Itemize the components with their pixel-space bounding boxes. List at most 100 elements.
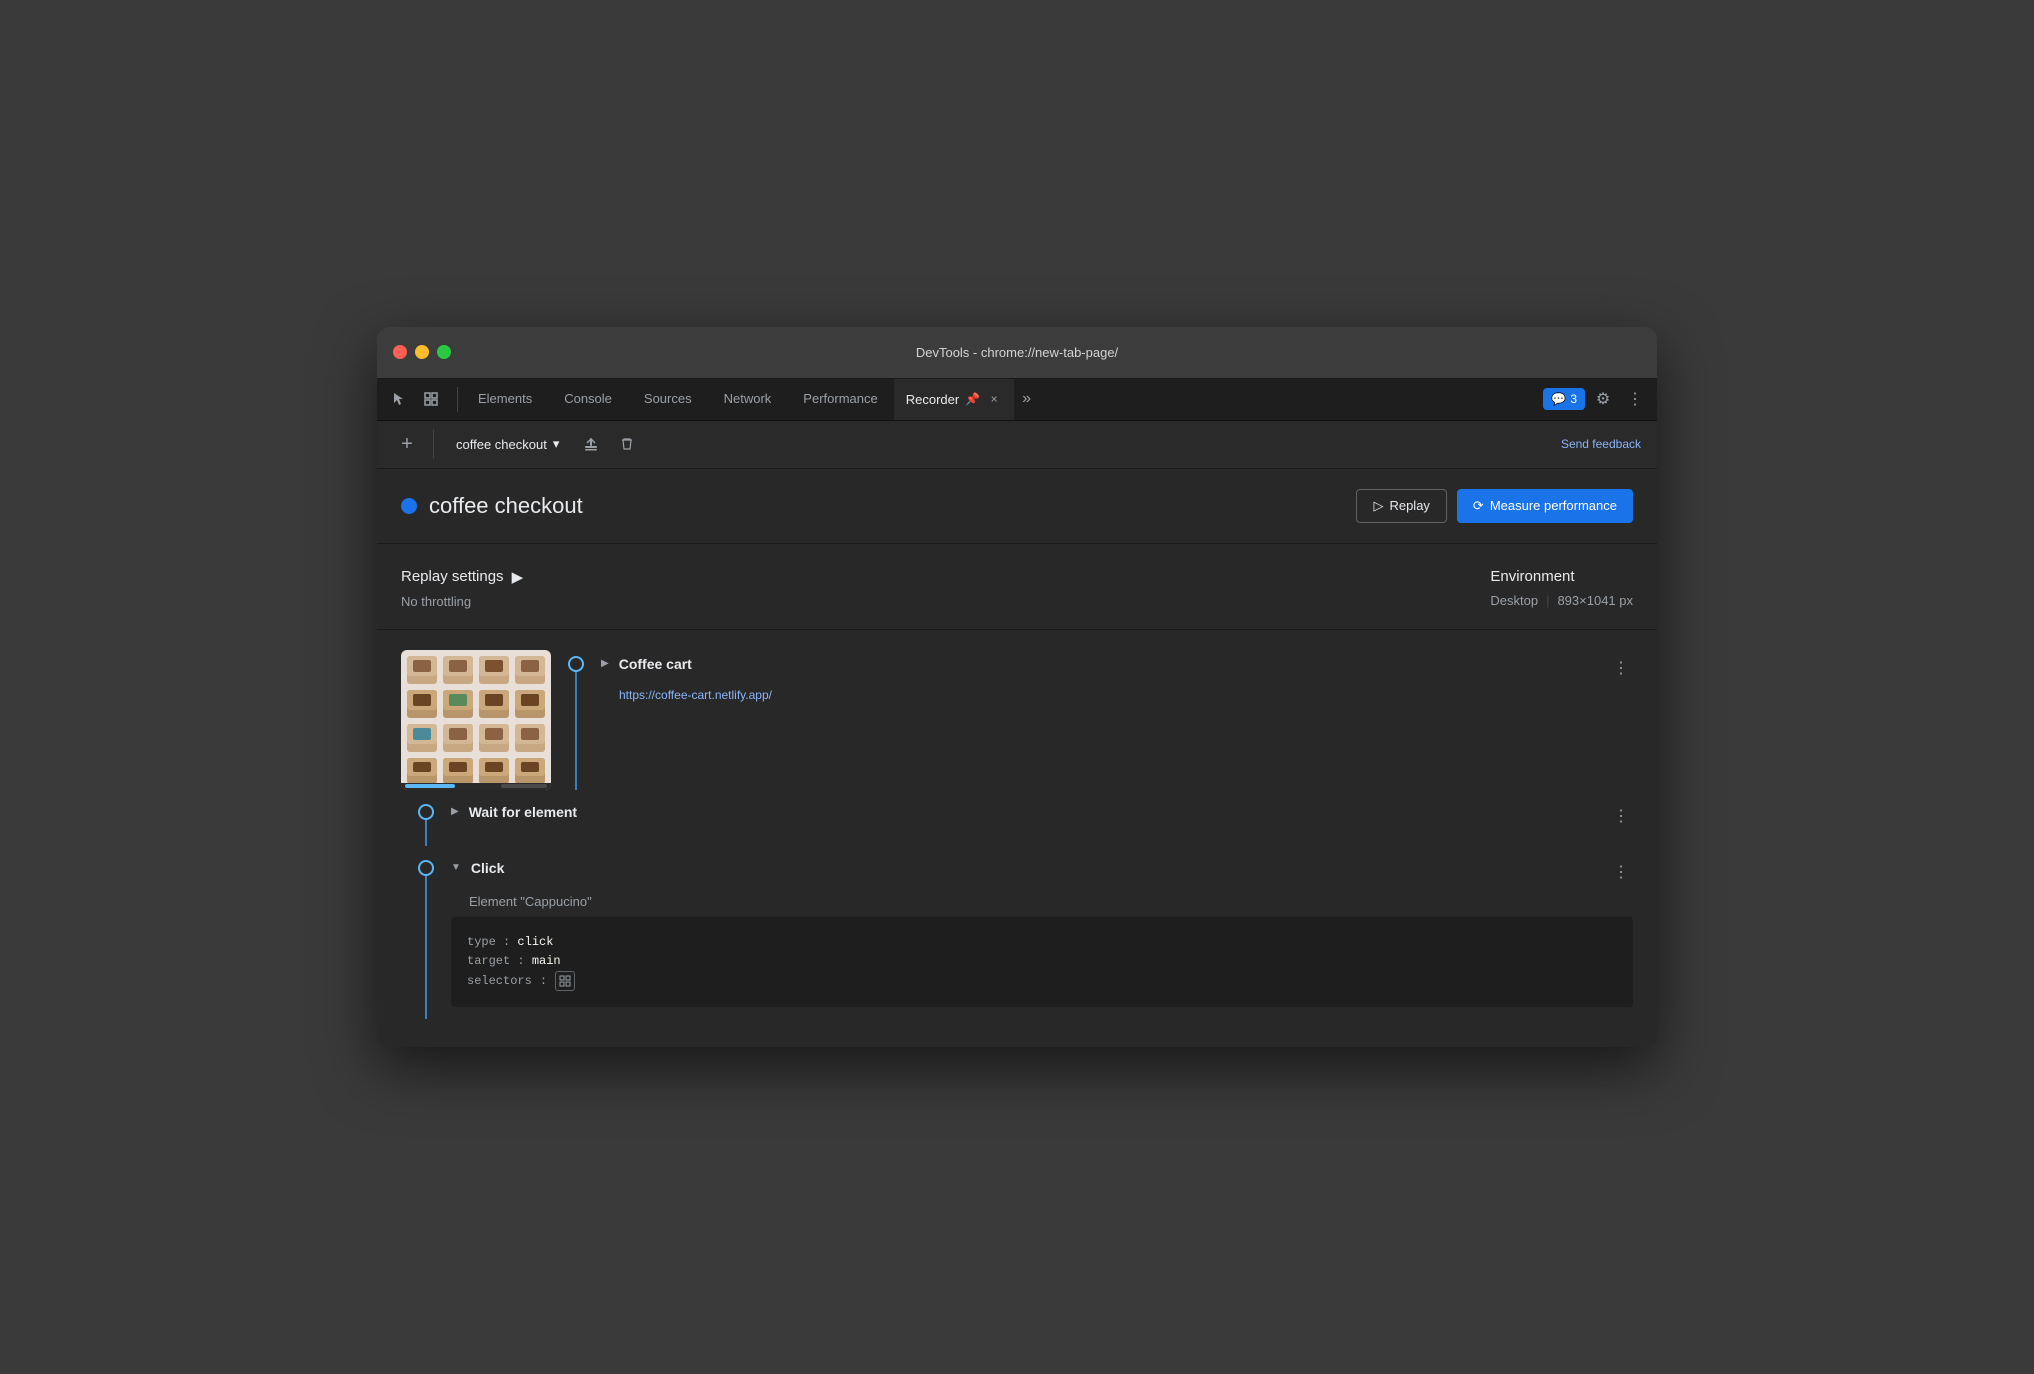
vertical-dots-icon: ⋮: [1627, 389, 1643, 409]
titlebar: DevTools - chrome://new-tab-page/: [377, 327, 1657, 379]
delete-button[interactable]: [613, 430, 641, 458]
settings-button[interactable]: ⚙: [1589, 385, 1617, 413]
recorder-toolbar: + coffee checkout ▾ Send feedback: [377, 421, 1657, 469]
code-value-target: main: [532, 954, 561, 968]
close-button[interactable]: [393, 345, 407, 359]
environment-size: 893×1041 px: [1557, 593, 1633, 608]
tab-recorder[interactable]: Recorder 📌 ×: [894, 379, 1014, 420]
code-key-selectors: selectors: [467, 972, 532, 991]
selector-picker-icon[interactable]: [555, 971, 575, 991]
timeline-node-click: [418, 860, 434, 876]
step-click-label: Click: [471, 860, 504, 876]
replay-settings-expand-icon: ▶: [512, 568, 524, 586]
replay-label: Replay: [1389, 498, 1429, 513]
settings-right: Environment Desktop | 893×1041 px: [1490, 568, 1633, 608]
coffee-preview-svg: [401, 650, 551, 790]
environment-title: Environment: [1490, 568, 1633, 585]
recording-title: coffee checkout: [429, 493, 583, 519]
code-key-type: type: [467, 935, 496, 949]
gear-icon: ⚙: [1596, 389, 1610, 409]
minimize-button[interactable]: [415, 345, 429, 359]
tab-performance[interactable]: Performance: [787, 379, 893, 421]
cursor-icon[interactable]: [385, 385, 413, 413]
step-click-code-block: type : click target : main selectors :: [451, 917, 1633, 1007]
step-click-group: ▼ Click ⋮ Element "Cappucino" type : cli…: [401, 854, 1633, 1019]
step-wait-expand-icon[interactable]: ▶: [451, 806, 459, 817]
environment-type: Desktop: [1490, 593, 1538, 608]
notification-button[interactable]: 💬 3: [1543, 388, 1585, 410]
step-navigate-timeline: [551, 650, 601, 790]
more-options-button[interactable]: ⋮: [1621, 385, 1649, 413]
step-click-header: ▼ Click ⋮: [451, 854, 1633, 890]
step-navigate-expand-icon[interactable]: ▶: [601, 658, 609, 669]
step-wait-more-button[interactable]: ⋮: [1609, 804, 1633, 828]
timeline-node-navigate: [568, 656, 584, 672]
recorder-label: Recorder: [906, 392, 959, 407]
step-click-content: ▼ Click ⋮ Element "Cappucino" type : cli…: [451, 854, 1633, 1019]
measure-performance-button[interactable]: ⟳ Measure performance: [1457, 489, 1633, 523]
recording-status-dot: [401, 498, 417, 514]
step-navigate-url: https://coffee-cart.netlify.app/: [619, 688, 1633, 702]
export-button[interactable]: [577, 430, 605, 458]
environment-detail: Desktop | 893×1041 px: [1490, 593, 1633, 608]
step-navigate-content: ▶ Coffee cart ⋮ https://coffee-cart.netl…: [601, 650, 1633, 790]
timeline-node-wait: [418, 804, 434, 820]
send-feedback-link[interactable]: Send feedback: [1561, 437, 1641, 451]
recording-title-group: coffee checkout: [401, 493, 583, 519]
tab-icon-group: [377, 379, 453, 420]
recording-selector[interactable]: coffee checkout ▾: [446, 432, 569, 456]
timeline-line-navigate: [575, 672, 577, 790]
code-line-target: target : main: [467, 952, 1617, 971]
step-navigate-more-button[interactable]: ⋮: [1609, 656, 1633, 680]
inspect-icon[interactable]: [417, 385, 445, 413]
step-preview-image: [401, 650, 551, 790]
step-click-timeline: [401, 854, 451, 1019]
replay-settings-toggle[interactable]: Replay settings ▶: [401, 568, 523, 586]
step-wait-title-row: ▶ Wait for element: [451, 804, 577, 820]
measure-label: Measure performance: [1490, 498, 1617, 513]
step-click-more-button[interactable]: ⋮: [1609, 860, 1633, 884]
step-click-expand-icon[interactable]: ▼: [451, 862, 461, 873]
tab-elements[interactable]: Elements: [462, 379, 548, 421]
more-tabs-button[interactable]: »: [1014, 379, 1039, 420]
chat-icon: 💬: [1551, 392, 1566, 406]
notification-count: 3: [1570, 392, 1577, 406]
devtools-window: DevTools - chrome://new-tab-page/ El: [377, 327, 1657, 1047]
step-wait-label: Wait for element: [469, 804, 577, 820]
tabs-divider: [457, 387, 458, 412]
step-navigate-title-row: ▶ Coffee cart: [601, 656, 692, 672]
settings-left: Replay settings ▶ No throttling: [401, 568, 523, 609]
devtools-tabs-bar: Elements Console Sources Network Perform…: [377, 379, 1657, 421]
tab-sources[interactable]: Sources: [628, 379, 708, 421]
step-click-sublabel: Element "Cappucino": [469, 894, 1633, 909]
step-click-title-row: ▼ Click: [451, 860, 504, 876]
timeline-line-click: [425, 876, 427, 1019]
step-wait-timeline: [401, 798, 451, 846]
step-wait-group: ▶ Wait for element ⋮: [401, 798, 1633, 846]
recording-actions: ▷ Replay ⟳ Measure performance: [1356, 489, 1633, 523]
throttling-label: No throttling: [401, 594, 523, 609]
recorder-close-icon[interactable]: ×: [986, 391, 1002, 407]
window-controls: [393, 345, 451, 359]
tabs-right-actions: 💬 3 ⚙ ⋮: [1535, 379, 1657, 420]
env-divider: |: [1546, 593, 1549, 608]
add-recording-button[interactable]: +: [393, 430, 421, 458]
tab-network[interactable]: Network: [708, 379, 788, 421]
replay-button[interactable]: ▷ Replay: [1356, 489, 1446, 523]
code-key-target: target: [467, 954, 510, 968]
code-line-selectors: selectors :: [467, 971, 1617, 991]
step-wait-header: ▶ Wait for element ⋮: [451, 798, 1633, 834]
maximize-button[interactable]: [437, 345, 451, 359]
steps-section: ▶ Coffee cart ⋮ https://coffee-cart.netl…: [377, 630, 1657, 1047]
step-navigate-group: ▶ Coffee cart ⋮ https://coffee-cart.netl…: [401, 650, 1633, 790]
pin-icon: 📌: [965, 392, 980, 406]
tabs-list: Elements Console Sources Network Perform…: [462, 379, 1535, 420]
tab-console[interactable]: Console: [548, 379, 628, 421]
timeline-line-wait: [425, 820, 427, 846]
step-navigate-label: Coffee cart: [619, 656, 692, 672]
trash-icon: [619, 436, 635, 452]
step-wait-content: ▶ Wait for element ⋮: [451, 798, 1633, 846]
measure-icon: ⟳: [1473, 498, 1484, 514]
code-value-type: click: [517, 935, 553, 949]
toolbar-divider: [433, 430, 434, 458]
